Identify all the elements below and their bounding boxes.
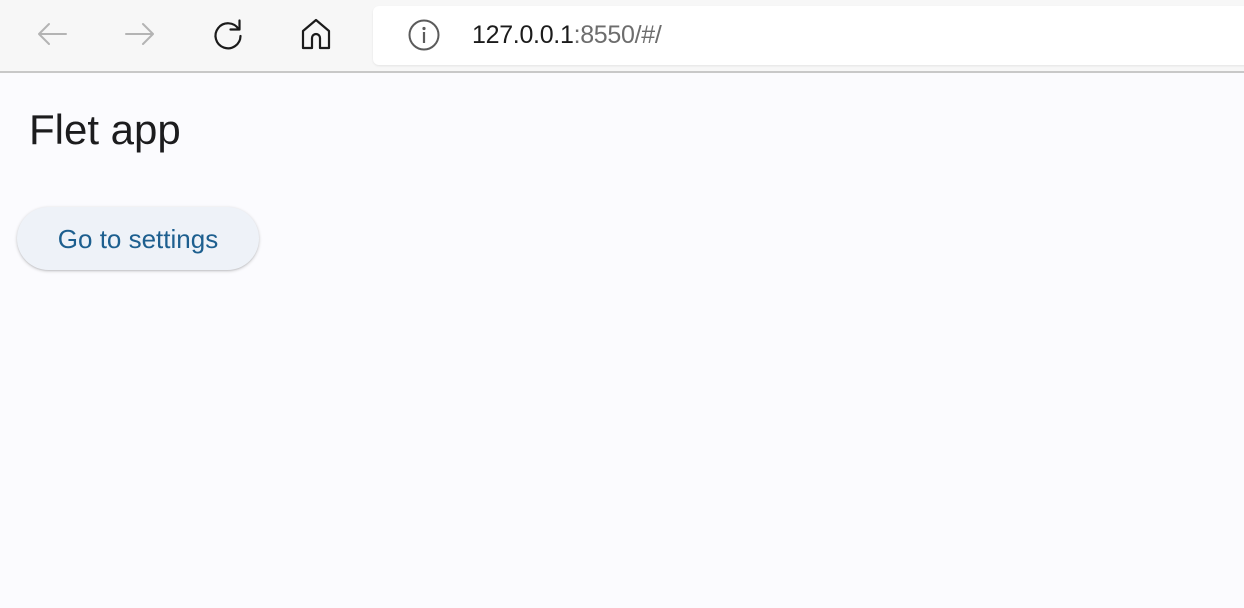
page-title: Flet app xyxy=(29,106,181,153)
arrow-left-icon xyxy=(38,23,67,45)
arrow-right-icon xyxy=(125,23,154,45)
reload-button[interactable] xyxy=(208,14,248,54)
app-page: Flet app Go to settings xyxy=(0,75,1244,608)
reload-icon xyxy=(214,19,242,50)
back-button[interactable] xyxy=(32,14,72,54)
home-button[interactable] xyxy=(296,14,336,54)
url-host: 127.0.0.1 xyxy=(472,21,574,49)
url-path: :8550/#/ xyxy=(573,21,662,49)
forward-button[interactable] xyxy=(120,14,160,54)
browser-toolbar: 127.0.0.1:8550/#/ xyxy=(0,0,1244,73)
go-to-settings-button[interactable]: Go to settings xyxy=(17,207,259,270)
home-icon xyxy=(301,18,331,50)
url-text[interactable]: 127.0.0.1:8550/#/ xyxy=(472,20,662,50)
address-bar[interactable]: 127.0.0.1:8550/#/ xyxy=(373,6,1244,65)
info-icon[interactable] xyxy=(408,19,440,51)
